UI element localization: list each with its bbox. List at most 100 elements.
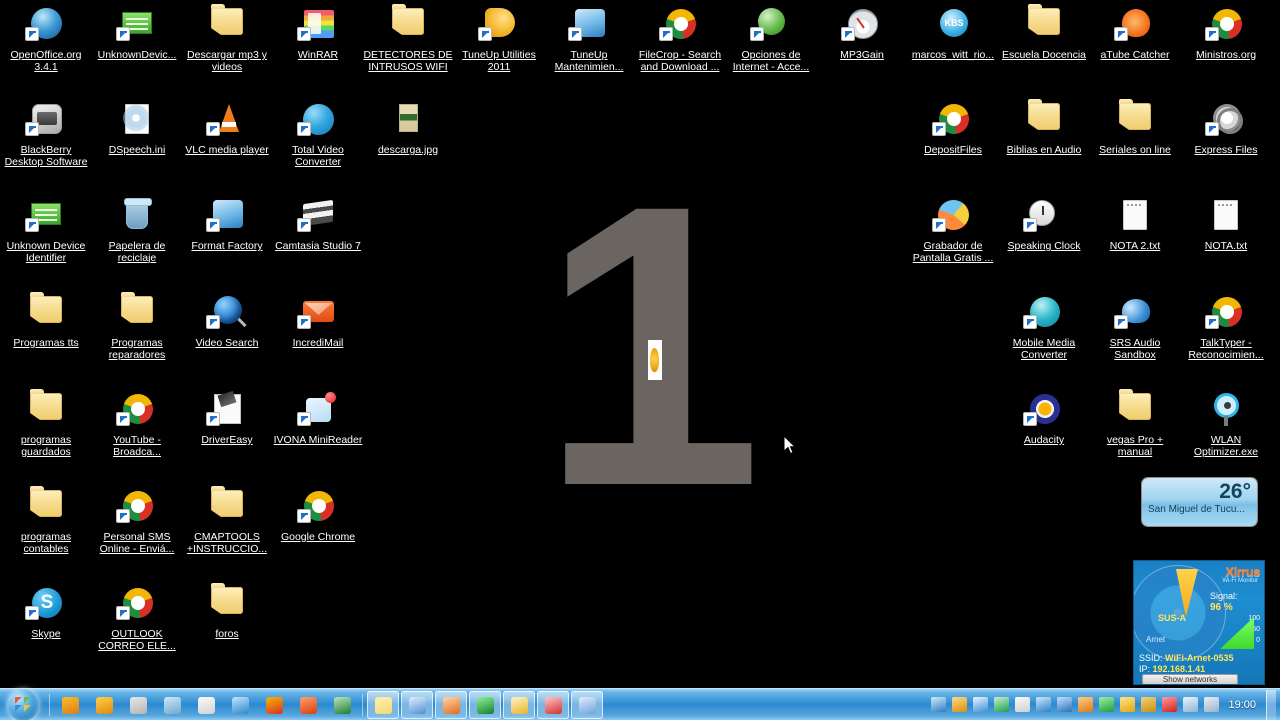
start-button[interactable] [2,688,46,720]
device-manager-button[interactable] [571,690,603,719]
chrome-button[interactable] [258,691,290,719]
desktop-icon[interactable]: MP3Gain [816,5,908,62]
disc-tray-icon[interactable] [973,697,989,712]
desktop-icon[interactable]: programas contables [0,486,92,555]
calculator-button[interactable] [122,691,154,719]
document-button[interactable] [190,691,222,719]
paint-button[interactable] [435,690,467,719]
wifi-monitor-gadget[interactable]: Xirrus Wi-Fi Monitor SUS-A Arnet Signal:… [1133,560,1265,685]
desktop-icon[interactable]: TuneUp Utilities 2011 [453,5,545,73]
notes-button[interactable] [503,690,535,719]
excel-button[interactable] [326,691,358,719]
document-icon [198,696,215,714]
desktop-icon[interactable]: DSpeech.ini [91,100,183,157]
page-tray-icon[interactable] [1015,697,1031,712]
quick-launch-bar[interactable] [53,691,359,719]
desktop-icon[interactable]: VLC media player [181,100,273,157]
desktop-icon[interactable]: CMAPTOOLS +INSTRUCCIO... [181,486,273,555]
desktop-icon[interactable]: Programas tts [0,292,92,350]
desktop-icon[interactable]: Audacity [998,390,1090,447]
desktop-icon[interactable]: BlackBerry Desktop Software [0,100,92,168]
desktop-icon[interactable]: programas guardados [0,389,92,458]
desktop-icon[interactable]: Biblias en Audio [998,99,1090,157]
desktop-icon[interactable]: descarga.jpg [362,100,454,157]
desktop-icon[interactable]: vegas Pro + manual [1089,389,1181,458]
folder-icon [23,389,69,432]
ff-icon [204,196,250,238]
media-button[interactable] [469,690,501,719]
windows-logo-icon[interactable] [7,688,39,720]
desktop-icon[interactable]: Express Files [1180,100,1272,157]
umbrella-tray-icon[interactable] [1036,697,1052,712]
media-player-button[interactable] [88,691,120,719]
desktop-icon[interactable]: DriverEasy [181,390,273,447]
action-center-icon[interactable] [1162,697,1178,712]
desktop-icon[interactable]: Ministros.org [1180,5,1272,62]
desktop-icon[interactable]: SRS Audio Sandbox [1089,293,1181,361]
internet-explorer-button[interactable] [224,691,256,719]
desktop-icon[interactable]: Personal SMS Online - Enviá... [91,487,183,555]
desktop-icon[interactable]: WLAN Optimizer.exe [1180,390,1272,458]
desktop-icon[interactable]: Programas reparadores [91,292,183,361]
desktop-icon[interactable]: KBS marcos_witt_rio... [907,5,999,62]
desktop-icon[interactable]: Descargar mp3 y videos [181,4,273,73]
desktop-icon[interactable]: Grabador de Pantalla Gratis ... [907,196,999,264]
weather-gadget[interactable]: 26° San Miguel de Tucu... [1142,478,1257,526]
security-button[interactable] [156,691,188,719]
desktop-icon[interactable]: Camtasia Studio 7 [272,196,364,253]
desktop-icon[interactable]: foros [181,583,273,641]
desktop-icon[interactable]: Unknown Device Identifier [0,196,92,264]
calculator-icon [130,696,147,714]
update-tray-icon[interactable] [1078,697,1094,712]
desktop-icon-label: Total Video Converter [292,144,344,168]
show-networks-button[interactable]: Show networks [1142,674,1238,684]
taskbar[interactable]: 19:00 [0,688,1280,720]
desktop-icon[interactable]: TuneUp Mantenimien... [543,5,635,73]
desktop-icon[interactable]: DETECTORES DE INTRUSOS WIFI [362,4,454,73]
desktop-icon[interactable]: IncrediMail [272,293,364,350]
desktop-icon[interactable]: Opciones de Internet - Acce... [725,5,817,73]
battery-icon[interactable] [1204,697,1220,712]
desktop-icon[interactable]: DepositFiles [907,100,999,157]
network-signal-icon[interactable] [1141,697,1157,712]
security-tray-icon[interactable] [952,697,968,712]
desktop-icon[interactable]: S Skype [0,584,92,641]
desktop-icon[interactable]: OUTLOOK CORREO ELE... [91,584,183,652]
desktop-icon[interactable]: WinRAR [272,5,364,62]
desktop-icon[interactable]: IVONA MiniReader [272,390,364,447]
desktop-icon[interactable]: UnknownDevic... [91,5,183,62]
monitor-tray-icon[interactable] [1057,697,1073,712]
clock[interactable]: 19:00 [1228,699,1256,711]
desktop-icon[interactable]: NOTA.txt [1180,196,1272,253]
tray-icon-group[interactable] [928,697,1222,712]
desktop-icon[interactable]: OpenOffice.org 3.4.1 [0,5,92,73]
open-windows-bar[interactable] [366,690,604,719]
refresh-tray-icon[interactable] [1099,697,1115,712]
tuneup-tray-icon[interactable] [1120,697,1136,712]
desktop-icon[interactable]: Mobile Media Converter [998,293,1090,361]
desktop-icon[interactable]: Video Search [181,293,273,350]
snipping-tool-button[interactable] [401,690,433,719]
desktop[interactable]: 1 OpenOffice.org 3.4.1 UnknownDevic... Des… [0,0,1280,720]
system-tray[interactable]: 19:00 [928,689,1280,720]
desktop-icon[interactable]: Escuela Docencia [998,4,1090,62]
desktop-icon[interactable]: aTube Catcher [1089,5,1181,62]
desktop-icon[interactable]: YouTube - Broadca... [91,390,183,458]
format-factory-tray-icon[interactable] [931,697,947,712]
show-desktop-button[interactable] [1266,689,1276,720]
recorder-button[interactable] [537,690,569,719]
media-tray-icon[interactable] [994,697,1010,712]
desktop-icon[interactable]: FileCrop - Search and Download ... [634,5,726,73]
desktop-icon[interactable]: Total Video Converter [272,100,364,168]
desktop-icon[interactable]: TalkTyper - Reconocimien... [1180,293,1272,361]
desktop-icon[interactable]: Papelera de reciclaje [91,196,183,264]
desktop-icon[interactable]: Seriales on line [1089,99,1181,157]
desktop-icon[interactable]: Speaking Clock [998,196,1090,253]
office-button[interactable] [292,691,324,719]
desktop-icon[interactable]: Google Chrome [272,487,364,544]
folder-window-button[interactable] [367,690,399,719]
desktop-icon[interactable]: Format Factory [181,196,273,253]
desktop-icon[interactable]: NOTA 2.txt [1089,196,1181,253]
show-desktop-button[interactable] [54,691,86,719]
volume-icon[interactable] [1183,697,1199,712]
